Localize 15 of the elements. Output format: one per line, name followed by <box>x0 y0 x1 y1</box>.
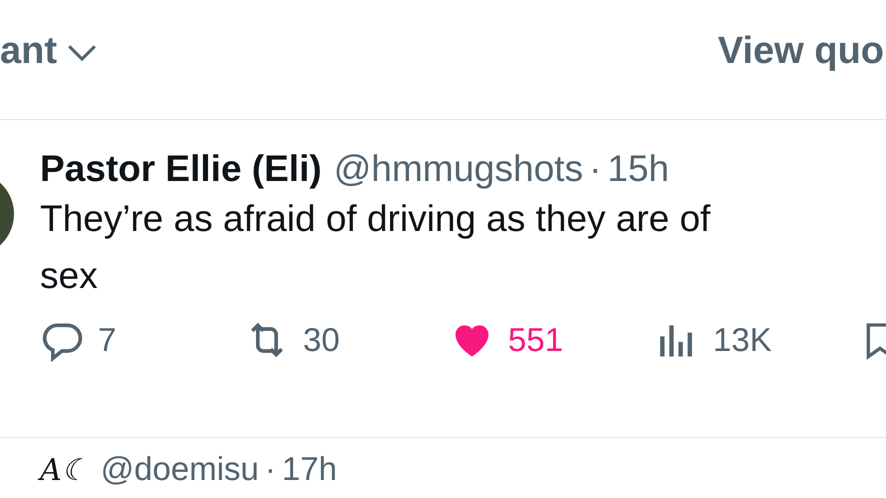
action-count: 30 <box>303 321 340 359</box>
author-handle[interactable]: @hmmugshots <box>334 148 584 190</box>
view-quotes-link[interactable]: View quo <box>718 30 886 73</box>
action-count: 7 <box>98 321 116 359</box>
action-count: 13K <box>713 321 772 359</box>
sort-menu[interactable]: ant <box>0 30 99 73</box>
author-name[interactable]: Pastor Ellie (Eli) <box>40 148 322 190</box>
author-handle[interactable]: @doemisu <box>100 450 259 488</box>
action-count: 551 <box>508 321 564 359</box>
post-time[interactable]: 15h <box>607 148 670 190</box>
post-text: They’re as afraid of driving as they are of sex <box>40 197 712 298</box>
separator-dot: · <box>589 148 602 190</box>
separator-dot: · <box>264 450 276 488</box>
post-time[interactable]: 17h <box>282 450 337 488</box>
author-name[interactable]: A☾ <box>40 452 89 488</box>
